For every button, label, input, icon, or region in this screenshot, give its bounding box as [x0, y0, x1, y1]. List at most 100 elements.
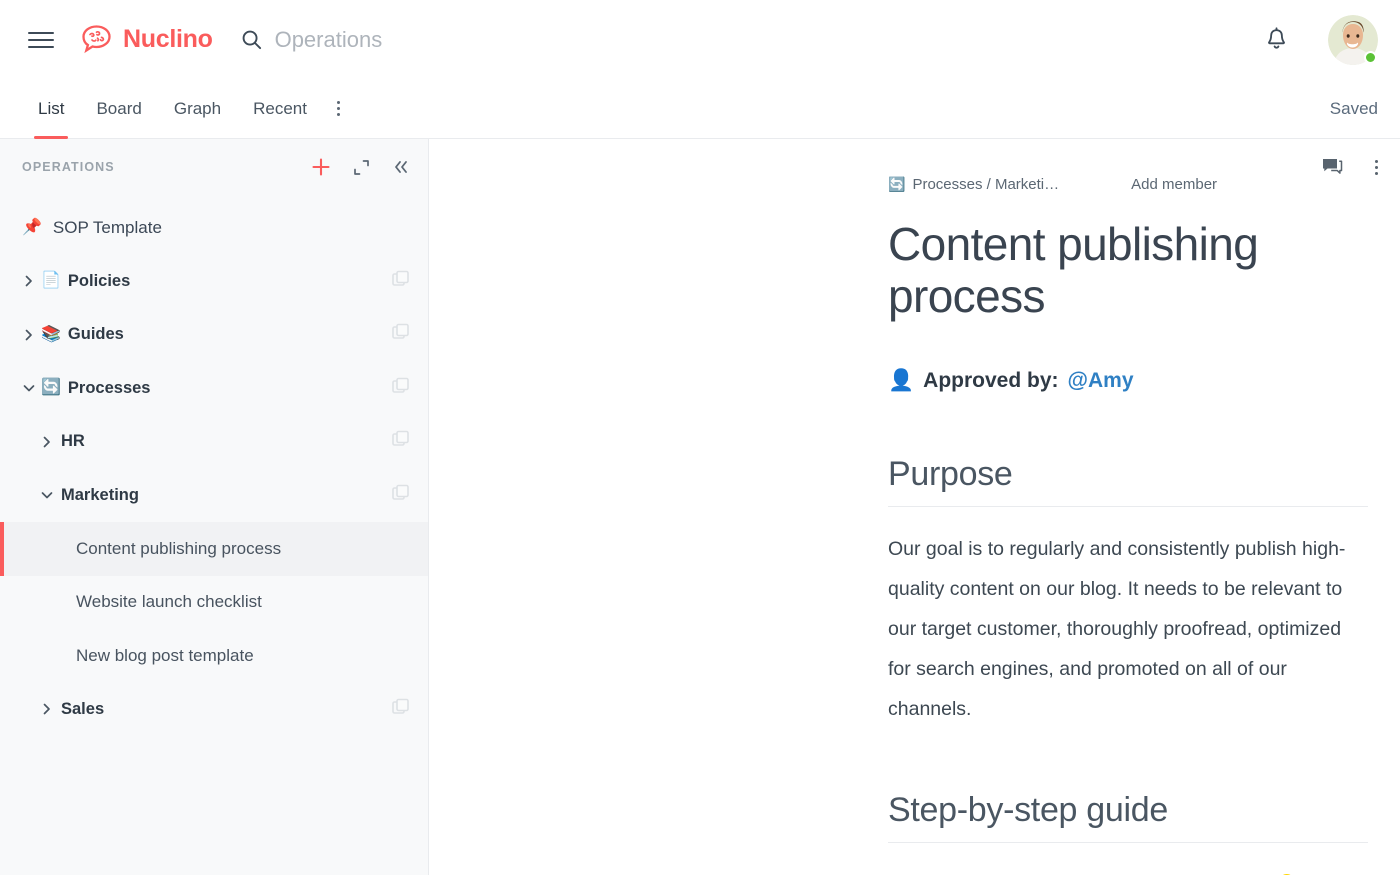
- cluster-icon: [392, 377, 410, 395]
- step-item: The writer selects a topic from the list…: [928, 865, 1368, 875]
- breadcrumb-text: Processes / Marketi…: [912, 176, 1059, 193]
- search-input[interactable]: Operations: [241, 27, 1265, 53]
- sidebar-item-marketing[interactable]: Marketing: [0, 469, 428, 523]
- approved-by-line: 👤 Approved by: @Amy: [888, 369, 1368, 393]
- section-heading-steps: Step-by-step guide: [888, 791, 1368, 843]
- cluster-icon: [392, 430, 410, 448]
- brain-speech-bubble-logo-icon: [80, 25, 114, 55]
- cluster-icon-wrap[interactable]: [392, 270, 410, 293]
- cluster-icon-wrap[interactable]: [392, 377, 410, 400]
- document-content: 🔄 Processes / Marketi… Add member Conten…: [429, 139, 1400, 875]
- cluster-icon: [392, 323, 410, 341]
- section-heading-purpose: Purpose: [888, 455, 1368, 507]
- recycle-arrows-icon: 🔄: [41, 380, 61, 396]
- top-bar-right: [1265, 15, 1378, 65]
- cluster-icon: [392, 698, 410, 716]
- sidebar-item-label: Sales: [61, 700, 104, 719]
- sidebar-item-guides[interactable]: 📚Guides: [0, 308, 428, 362]
- chevron-down-icon: [23, 383, 35, 393]
- sidebar-item-label: Marketing: [61, 486, 139, 505]
- tab-list-label: List: [38, 99, 64, 119]
- chevron-right-icon: [24, 329, 34, 341]
- page-icon: 📄: [41, 273, 61, 289]
- sidebar-workspace-title: OPERATIONS: [22, 160, 115, 174]
- chevron-right-icon: [42, 703, 52, 715]
- chevron-down-icon[interactable]: [22, 383, 36, 393]
- tab-board[interactable]: Board: [80, 79, 157, 138]
- sidebar-item-label: HR: [61, 432, 85, 451]
- cluster-icon-wrap[interactable]: [392, 430, 410, 453]
- bell-icon[interactable]: [1265, 27, 1288, 52]
- chevron-right-icon[interactable]: [40, 436, 54, 448]
- chevron-right-icon[interactable]: [22, 329, 36, 341]
- sidebar-item-label: Website launch checklist: [76, 592, 262, 612]
- search-value: Operations: [275, 27, 383, 53]
- tab-graph[interactable]: Graph: [158, 79, 237, 138]
- sidebar-item-policies[interactable]: 📄 Policies: [0, 255, 428, 309]
- cluster-icon: [392, 270, 410, 288]
- tab-recent-label: Recent: [253, 99, 307, 119]
- cluster-icon-wrap[interactable]: [392, 484, 410, 507]
- chevron-right-icon: [42, 436, 52, 448]
- document-panel: 🔄 Processes / Marketi… Add member Conten…: [429, 139, 1400, 875]
- sidebar-item-new-blog-post-template[interactable]: New blog post template: [0, 629, 428, 683]
- tab-board-label: Board: [96, 99, 141, 119]
- add-member-button[interactable]: Add member: [1131, 176, 1217, 193]
- tab-recent[interactable]: Recent: [237, 79, 323, 138]
- sidebar-item-sales[interactable]: Sales: [0, 683, 428, 737]
- cluster-icon: [392, 484, 410, 502]
- collapse-sidebar-button[interactable]: [392, 159, 410, 175]
- comment-bubble-icon: [1322, 158, 1343, 177]
- cluster-icon-wrap[interactable]: [392, 698, 410, 721]
- chevron-down-icon: [41, 490, 53, 500]
- purpose-paragraph: Our goal is to regularly and consistentl…: [888, 529, 1368, 729]
- nuclino-app: Nuclino Operations: [0, 0, 1400, 875]
- hamburger-menu-icon[interactable]: [28, 27, 54, 53]
- chevron-down-icon[interactable]: [40, 490, 54, 500]
- pushpin-icon: 📌: [22, 220, 42, 236]
- collapse-chevrons-icon: [392, 159, 410, 175]
- vertical-dots-icon: [337, 101, 340, 116]
- brand-logo[interactable]: Nuclino: [80, 25, 213, 55]
- view-tab-bar: List Board Graph Recent Saved: [0, 79, 1400, 139]
- books-icon: 📚: [41, 327, 61, 343]
- approved-by-label: Approved by:: [923, 369, 1058, 393]
- breadcrumb[interactable]: 🔄 Processes / Marketi…: [888, 176, 1059, 193]
- tab-more-options-button[interactable]: [323, 101, 354, 116]
- chevron-right-icon: [24, 275, 34, 287]
- save-status: Saved: [1330, 99, 1378, 119]
- sidebar-item-hr[interactable]: HR: [0, 415, 428, 469]
- sidebar-item-label: SOP Template: [53, 218, 162, 238]
- chevron-right-icon[interactable]: [22, 275, 36, 287]
- document-options-button[interactable]: [1375, 160, 1378, 175]
- page-title: Content publishing process: [888, 219, 1368, 322]
- sidebar: OPERATIONS: [0, 139, 429, 875]
- plus-icon: [311, 157, 331, 177]
- comments-button[interactable]: [1322, 158, 1343, 177]
- add-item-button[interactable]: [311, 157, 331, 177]
- sidebar-item-processes[interactable]: 🔄 Processes: [0, 362, 428, 416]
- mention-link-amy[interactable]: @Amy: [1068, 369, 1134, 393]
- avatar[interactable]: [1328, 15, 1378, 65]
- top-bar: Nuclino Operations: [0, 0, 1400, 79]
- sidebar-item-label: New blog post template: [76, 646, 254, 666]
- step-by-step-list: The writer selects a topic from the list…: [888, 865, 1368, 875]
- document-meta: 🔄 Processes / Marketi… Add member: [888, 173, 1368, 195]
- sidebar-item-website-launch-checklist[interactable]: Website launch checklist: [0, 576, 428, 630]
- brand-name: Nuclino: [123, 25, 213, 54]
- document-toolbar: [1322, 139, 1378, 195]
- sidebar-item-content-publishing-process[interactable]: Content publishing process: [0, 522, 428, 576]
- expand-sidebar-button[interactable]: [353, 159, 370, 176]
- sidebar-item-sop-template[interactable]: 📌 SOP Template: [0, 201, 428, 255]
- person-silhouette-icon: 👤: [888, 369, 914, 393]
- cluster-icon-wrap[interactable]: [392, 323, 410, 346]
- view-tabs: List Board Graph Recent: [22, 79, 354, 138]
- search-icon: [241, 29, 262, 50]
- tab-list[interactable]: List: [22, 79, 80, 138]
- sidebar-item-label: Processes: [68, 379, 151, 398]
- sidebar-item-label: Policies: [68, 272, 130, 291]
- chevron-right-icon[interactable]: [40, 703, 54, 715]
- sidebar-actions: [311, 157, 410, 177]
- presence-indicator: [1364, 51, 1377, 64]
- workspace-body: OPERATIONS: [0, 139, 1400, 875]
